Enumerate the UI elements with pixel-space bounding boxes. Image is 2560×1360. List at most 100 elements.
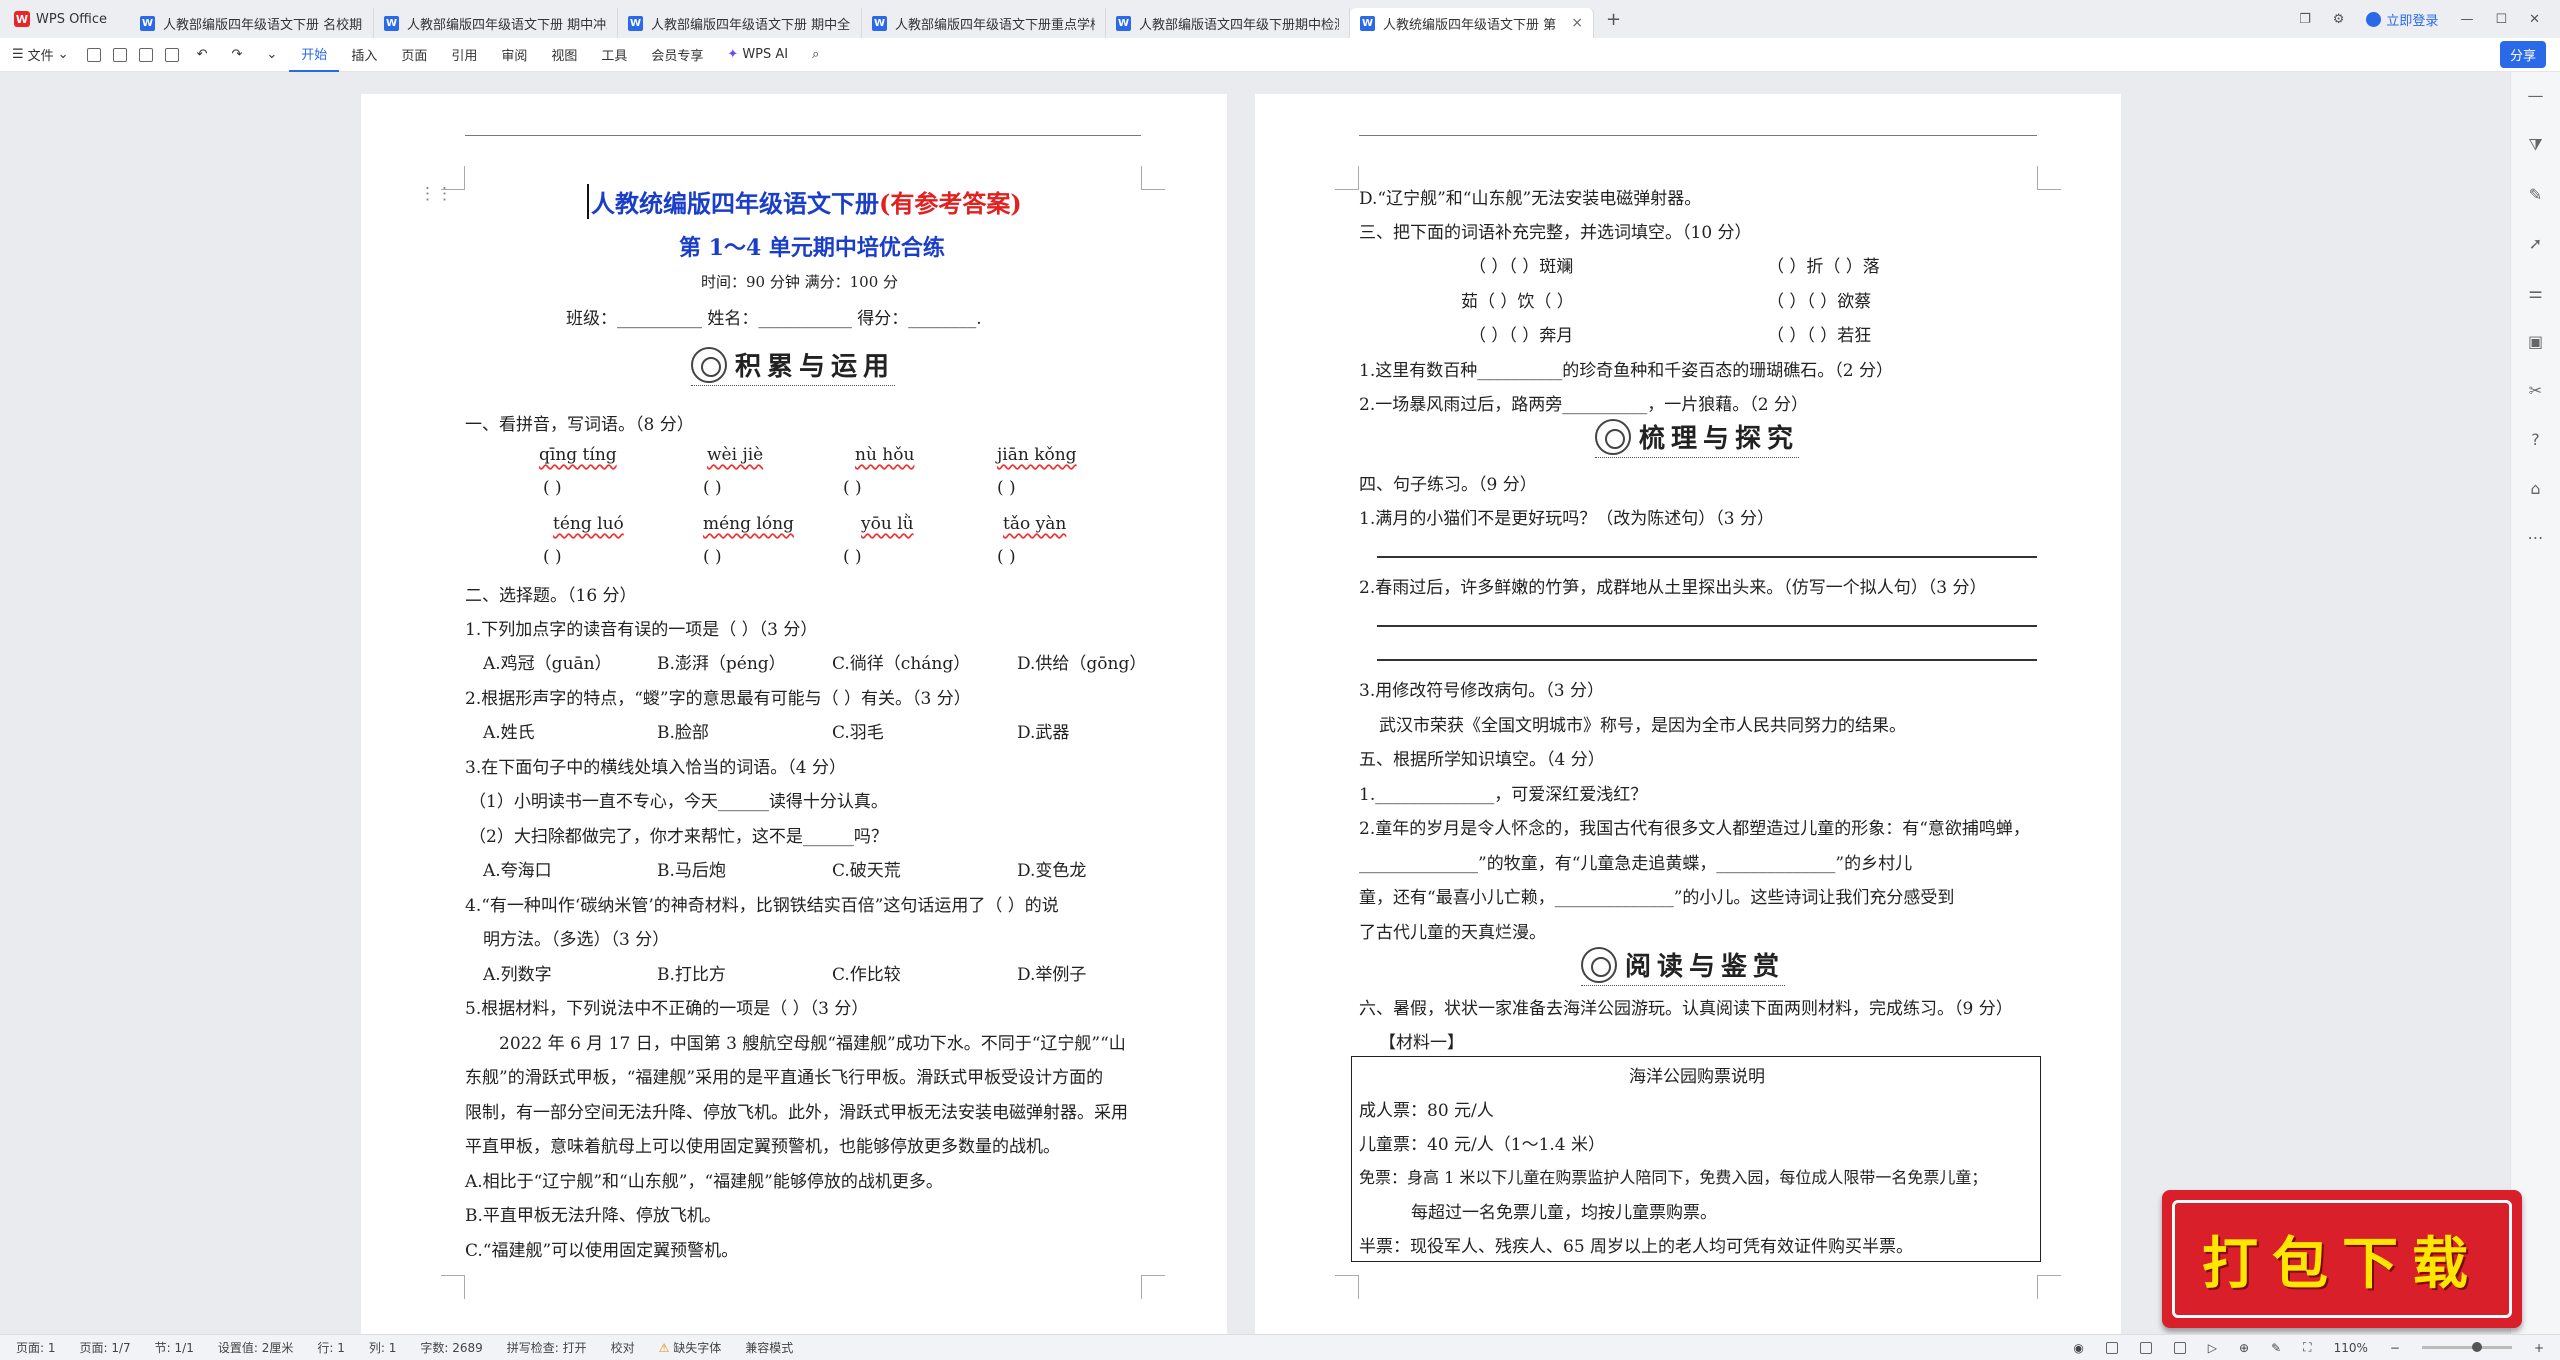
play-icon[interactable]: ▷	[2208, 1341, 2217, 1355]
margin-corner	[1335, 1275, 1359, 1299]
word-doc-icon: W	[628, 15, 643, 31]
status-col: 列: 1	[368, 1341, 397, 1355]
pen-mode-icon[interactable]: ✎	[2271, 1341, 2281, 1355]
status-pages[interactable]: 页面: 1/7	[80, 1339, 131, 1356]
question-4-2: 2.春雨过后，许多鲜嫩的竹笋，成群地从土里探出头来。（仿写一个拟人句）（3 分）	[1359, 578, 1987, 598]
wps-home-tab[interactable]: W WPS Office	[0, 0, 130, 38]
document-tab[interactable]: W 人教部编版四年级语文下册重点学校期	[862, 8, 1106, 38]
image-tool-icon[interactable]: ▣	[2528, 332, 2543, 351]
menu-icon[interactable]: ☰ 文件 ⌄	[0, 38, 81, 72]
faulty-sentence: 武汉市荣获《全国文明城市》称号，是因为全市人民共同努力的结果。	[1379, 716, 1906, 736]
document-tab-active[interactable]: W 人教统编版四年级语文下册 第 ×	[1350, 8, 1594, 38]
status-font-missing[interactable]: ⚠ 缺失字体	[659, 1339, 722, 1356]
adjust-icon[interactable]: ⚌	[2528, 283, 2542, 302]
answer-paren: ( )	[703, 547, 722, 567]
pinyin: qīng tíng	[539, 445, 617, 465]
drag-handle-icon[interactable]: ⋮⋮	[419, 184, 453, 204]
more-icon[interactable]: ⋯	[2528, 528, 2544, 547]
material-label: 【材料一】	[1379, 1033, 1464, 1053]
search-icon[interactable]: ⌕	[800, 38, 831, 72]
ribbon-tab-review[interactable]: 审阅	[489, 38, 539, 72]
redo-icon[interactable]: ↷	[219, 38, 254, 72]
window-layout-icon[interactable]: ❐	[2299, 12, 2311, 27]
undo-icon[interactable]: ↶	[185, 38, 220, 72]
document-tab[interactable]: W 人教部编版语文四年级下册期中检测	[1106, 8, 1350, 38]
document-canvas[interactable]: ⋮⋮ 人教统编版四年级语文下册(有参考答案) 第 1～4 单元期中培优合练 时间…	[0, 72, 2510, 1334]
export-icon[interactable]	[112, 47, 127, 62]
status-words[interactable]: 字数: 2689	[420, 1339, 482, 1356]
print-preview-icon[interactable]	[164, 47, 179, 62]
close-window-icon[interactable]: ✕	[2529, 12, 2540, 27]
ribbon-tab-insert[interactable]: 插入	[339, 38, 389, 72]
filter-icon[interactable]: ⧩	[2528, 135, 2542, 155]
ribbon-tab-tools[interactable]: 工具	[589, 38, 639, 72]
zoom-level[interactable]: 110%	[2334, 1341, 2368, 1355]
section-heading: 梳理与探究	[1595, 418, 1800, 458]
collapse-icon[interactable]: —	[2528, 86, 2544, 105]
status-setting: 设置值: 2厘米	[217, 1341, 294, 1355]
document-tab[interactable]: W 人教部编版四年级语文下册 期中全真	[618, 8, 862, 38]
share-button[interactable]: 分享	[2499, 41, 2546, 68]
eye-icon[interactable]: ◉	[2073, 1341, 2083, 1355]
status-proof[interactable]: 校对	[611, 1339, 635, 1356]
zoom-out-icon[interactable]: −	[2390, 1341, 2400, 1355]
answer-line[interactable]	[1377, 556, 2037, 558]
ribbon-tab-member[interactable]: 会员专享	[639, 38, 715, 72]
answer-line[interactable]	[1377, 659, 2037, 661]
status-bar: 页面: 1 页面: 1/7 节: 1/1 设置值: 2厘米 行: 1 列: 1 …	[0, 1334, 2560, 1360]
option: C.“福建舰”可以使用固定翼预警机。	[465, 1241, 739, 1261]
zoom-slider[interactable]	[2421, 1342, 2512, 1352]
read-view-icon[interactable]	[2173, 1341, 2186, 1354]
question-5-2: 2.童年的岁月是令人怀念的，我国古代有很多文人都塑造过儿童的形象：有“意欲捕鸣蝉…	[1359, 819, 2030, 839]
pinyin: yōu lǜ	[861, 514, 914, 534]
zoom-in-icon[interactable]: +	[2534, 1341, 2544, 1355]
maximize-icon[interactable]: ☐	[2495, 12, 2507, 27]
document-tab[interactable]: W 人教部编版四年级语文下册 期中冲刺	[374, 8, 618, 38]
print-icon[interactable]	[138, 47, 153, 62]
question-4: 四、句子练习。（9 分）	[1359, 475, 1537, 495]
answer-line[interactable]	[1377, 625, 2037, 627]
login-button[interactable]: 立即登录	[2366, 10, 2438, 29]
option: C.徜徉（cháng）	[832, 654, 971, 674]
question-3-1: 1.这里有数百种__________的珍奇鱼种和千姿百态的珊瑚礁石。（2 分）	[1359, 361, 1893, 381]
fit-icon[interactable]: ⛶	[2303, 1340, 2311, 1355]
document-page-2[interactable]: D.“辽宁舰”和“山东舰”无法安装电磁弹射器。 三、把下面的词语补充完整，并选词…	[1255, 94, 2121, 1334]
page-view-icon[interactable]	[2105, 1341, 2118, 1354]
more-dropdown-icon[interactable]: ⌄	[254, 38, 289, 72]
tabbar-right: ❐ ⚙ 立即登录 — ☐ ✕	[2299, 10, 2560, 29]
section-heading: 积累与运用	[691, 346, 896, 386]
tab-label: 人教部编版四年级语文下册重点学校期	[895, 17, 1095, 33]
close-tab-icon[interactable]: ×	[1571, 15, 1583, 31]
wps-ai-button[interactable]: ✦ WPS AI	[715, 38, 800, 72]
option: A.相比于“辽宁舰”和“山东舰”，“福建舰”能够停放的战机更多。	[465, 1172, 943, 1192]
cursor-icon[interactable]: ➚	[2529, 234, 2542, 253]
ribbon-tab-home[interactable]: 开始	[289, 38, 340, 72]
document-tab[interactable]: W 人教部编版四年级语文下册 名校期中	[130, 8, 374, 38]
outline-view-icon[interactable]	[2139, 1341, 2152, 1354]
option: D.供给（gōng）	[1017, 654, 1147, 674]
web-view-icon[interactable]: ⊕	[2239, 1341, 2249, 1355]
ribbon-tab-reference[interactable]: 引用	[439, 38, 489, 72]
status-spell[interactable]: 拼写检查: 打开	[507, 1339, 587, 1356]
badge-label: 打包下载	[2172, 1200, 2512, 1318]
tools-icon[interactable]: ✂	[2529, 381, 2542, 400]
option: B.澎湃（péng）	[657, 654, 786, 674]
save-icon[interactable]	[86, 47, 101, 62]
option: C.作比较	[832, 965, 901, 985]
ribbon-tab-page[interactable]: 页面	[389, 38, 439, 72]
help-icon[interactable]: ?	[2531, 430, 2540, 449]
option: C.破天荒	[832, 861, 901, 881]
settings-icon[interactable]: ⚙	[2333, 12, 2345, 27]
margin-corner	[2037, 166, 2061, 190]
shirt-icon[interactable]: ⌂	[2530, 479, 2540, 498]
download-badge[interactable]: 打包下载	[2162, 1190, 2522, 1328]
box-line: 免票：身高 1 米以下儿童在购票监护人陪同下，免费入园，每位成人限带一名免票儿童…	[1359, 1168, 1988, 1187]
zoom-slider-handle[interactable]	[2471, 1342, 2482, 1352]
file-menu[interactable]: 文件	[28, 45, 54, 64]
document-page-1[interactable]: ⋮⋮ 人教统编版四年级语文下册(有参考答案) 第 1～4 单元期中培优合练 时间…	[361, 94, 1227, 1334]
ribbon-tab-view[interactable]: 视图	[539, 38, 589, 72]
pen-icon[interactable]: ✎	[2529, 185, 2542, 204]
minimize-icon[interactable]: —	[2460, 12, 2473, 27]
passage-line: 东舰”的滑跃式甲板，“福建舰”采用的是平直通长飞行甲板。滑跃式甲板受设计方面的	[465, 1068, 1104, 1088]
new-tab-button[interactable]: +	[1606, 9, 1621, 30]
